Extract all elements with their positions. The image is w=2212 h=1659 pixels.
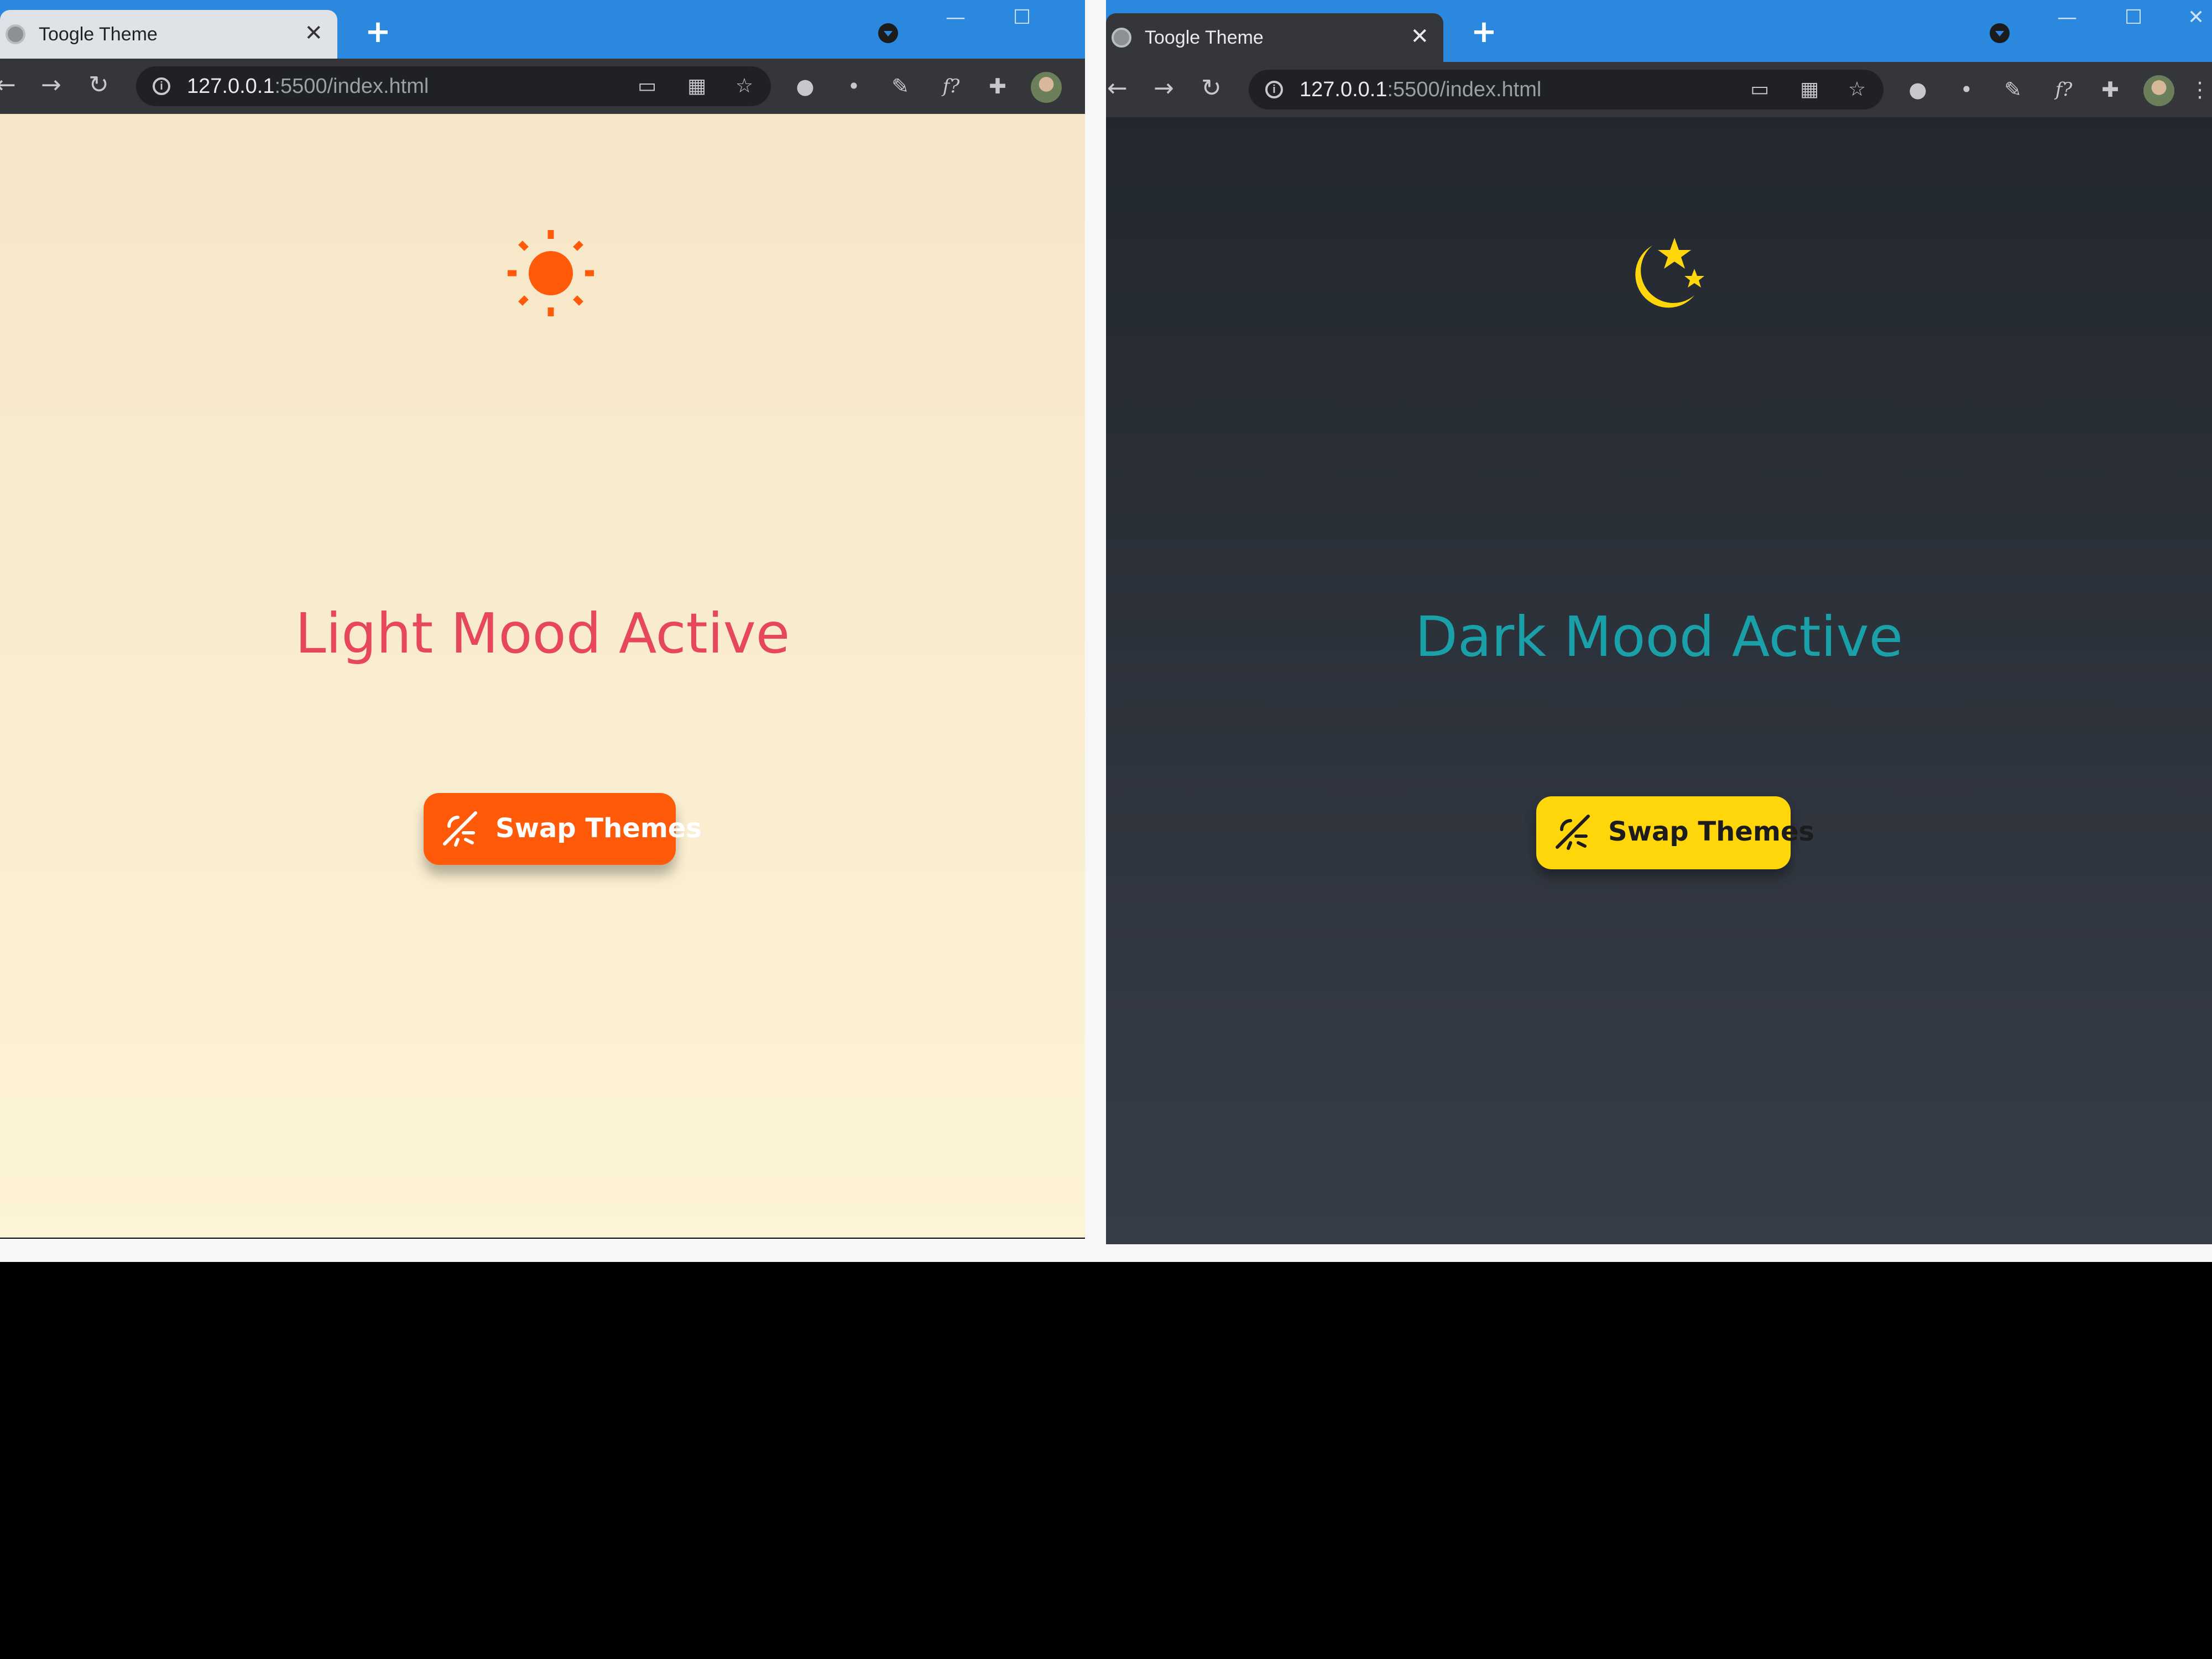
url-text: 127.0.0.1:5500/index.html: [187, 75, 429, 97]
forward-icon[interactable]: →: [1154, 76, 1174, 101]
maximize-icon[interactable]: ☐: [1013, 8, 1031, 28]
url-host: 127.0.0.1: [187, 75, 275, 98]
extension-circle-icon[interactable]: ●: [794, 75, 816, 97]
mood-status-text: Dark Mood Active: [1415, 604, 1903, 669]
extension-dropper-icon[interactable]: •: [1955, 79, 1978, 101]
profile-avatar[interactable]: [2143, 75, 2174, 106]
forward-icon[interactable]: →: [41, 73, 61, 97]
minimize-icon[interactable]: —: [946, 8, 966, 28]
tab-toogle-theme[interactable]: Toogle Theme ✕: [1106, 13, 1443, 62]
reload-icon[interactable]: ↻: [1201, 76, 1222, 101]
cast-icon[interactable]: ▭: [1749, 79, 1771, 101]
window-gap: [1085, 0, 1106, 1262]
extension-circle-icon[interactable]: ●: [1907, 79, 1929, 101]
qr-code-icon[interactable]: ▦: [1798, 79, 1820, 101]
cast-icon[interactable]: ▭: [636, 75, 658, 97]
new-tab-icon[interactable]: +: [365, 17, 391, 48]
extension-font-icon[interactable]: f?: [940, 75, 962, 97]
page-viewport: Light Mood Active Swap Themes: [0, 114, 1085, 1238]
extensions-puzzle-icon[interactable]: ✚: [2099, 79, 2121, 101]
browser-window-dark: Toogle Theme ✕ + — ☐ ✕ ← → ↻ i 127.0.0.1…: [1106, 0, 2212, 1244]
back-icon[interactable]: ←: [0, 73, 16, 97]
title-bar: Toogle Theme ✕ + — ☐: [0, 0, 1085, 59]
back-icon[interactable]: ←: [1107, 76, 1128, 101]
globe-icon: [1112, 28, 1131, 48]
extensions-puzzle-icon[interactable]: ✚: [987, 75, 1009, 97]
bookmark-star-icon[interactable]: ☆: [1846, 79, 1868, 101]
theme-swap-icon: [443, 811, 477, 847]
url-path: :5500/index.html: [274, 75, 429, 98]
tab-close-icon[interactable]: ✕: [1410, 25, 1429, 48]
minimize-icon[interactable]: —: [2057, 8, 2077, 28]
moon-stars-icon: [1635, 238, 1704, 308]
address-bar[interactable]: i 127.0.0.1:5500/index.html ▭ ▦ ☆: [1249, 70, 1884, 109]
tab-title: Toogle Theme: [39, 24, 158, 45]
reload-icon[interactable]: ↻: [88, 73, 109, 97]
url-path: :5500/index.html: [1387, 78, 1542, 101]
extension-dropper-icon[interactable]: •: [843, 75, 865, 97]
bookmark-star-icon[interactable]: ☆: [733, 75, 755, 97]
swap-themes-button[interactable]: Swap Themes: [424, 793, 702, 865]
extension-font-icon[interactable]: f?: [2053, 79, 2075, 101]
extension-pen-icon[interactable]: ✎: [2002, 79, 2024, 101]
address-bar[interactable]: i 127.0.0.1:5500/index.html ▭ ▦ ☆: [136, 66, 771, 106]
url-host: 127.0.0.1: [1300, 78, 1387, 101]
extension-pen-icon[interactable]: ✎: [889, 75, 911, 97]
close-window-icon[interactable]: ✕: [2188, 8, 2204, 28]
title-bar: Toogle Theme ✕ + — ☐ ✕: [1106, 0, 2212, 62]
sun-icon: [508, 230, 594, 316]
swap-themes-label: Swap Themes: [1608, 816, 1814, 847]
tab-search-icon[interactable]: [1990, 23, 2010, 43]
tab-close-icon[interactable]: ✕: [304, 22, 323, 44]
tab-toogle-theme[interactable]: Toogle Theme ✕: [0, 10, 337, 59]
site-info-icon[interactable]: i: [1265, 81, 1283, 98]
profile-avatar[interactable]: [1031, 72, 1062, 103]
new-tab-icon[interactable]: +: [1471, 17, 1497, 48]
swap-themes-button[interactable]: Swap Themes: [1536, 796, 1814, 869]
swap-themes-label: Swap Themes: [495, 813, 702, 844]
browser-menu-icon[interactable]: ⋮: [2189, 79, 2211, 101]
url-text: 127.0.0.1:5500/index.html: [1300, 79, 1541, 101]
globe-icon: [6, 24, 25, 44]
site-info-icon[interactable]: i: [153, 77, 170, 95]
tab-search-icon[interactable]: [878, 23, 898, 43]
qr-code-icon[interactable]: ▦: [686, 75, 708, 97]
tab-title: Toogle Theme: [1145, 27, 1264, 48]
page-viewport: Dark Mood Active Swap Themes: [1106, 117, 2212, 1244]
browser-toolbar: ← → ↻ i 127.0.0.1:5500/index.html ▭ ▦ ☆ …: [0, 59, 1085, 114]
maximize-icon[interactable]: ☐: [2125, 8, 2142, 28]
theme-swap-icon: [1556, 815, 1590, 850]
mood-status-text: Light Mood Active: [295, 601, 790, 666]
browser-toolbar: ← → ↻ i 127.0.0.1:5500/index.html ▭ ▦ ☆ …: [1106, 62, 2212, 117]
browser-window-light: Toogle Theme ✕ + — ☐ ← → ↻ i 127.0.0.1:5…: [0, 0, 1085, 1239]
